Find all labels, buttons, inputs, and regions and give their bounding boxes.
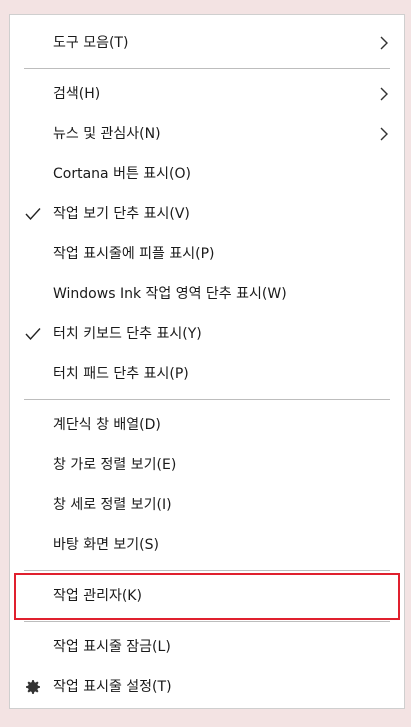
menu-item-task-manager[interactable]: 작업 관리자(K) [10,576,404,616]
taskbar-context-menu: 도구 모음(T) 검색(H) 뉴스 및 관심사(N) Cortana 버튼 표시… [9,14,405,709]
chevron-right-icon [380,36,388,50]
menu-item-touchpad[interactable]: 터치 패드 단추 표시(P) [10,354,404,394]
menu-item-label: 터치 키보드 단추 표시(Y) [53,326,202,342]
menu-item-label: Windows Ink 작업 영역 단추 표시(W) [53,286,287,302]
menu-item-label: 작업 표시줄에 피플 표시(P) [53,246,215,262]
menu-separator [24,68,390,69]
menu-item-label: 작업 보기 단추 표시(V) [53,206,190,222]
gear-icon [26,680,40,694]
menu-item-label: 창 가로 정렬 보기(E) [53,457,177,473]
menu-item-label: 창 세로 정렬 보기(I) [53,497,172,513]
checkmark-icon [25,328,41,341]
menu-separator [24,570,390,571]
menu-item-label: 계단식 창 배열(D) [53,417,161,433]
menu-item-label: 검색(H) [53,86,101,102]
menu-item-label: 뉴스 및 관심사(N) [53,126,161,142]
menu-item-search[interactable]: 검색(H) [10,74,404,114]
menu-item-side-by-side[interactable]: 창 세로 정렬 보기(I) [10,485,404,525]
menu-item-cascade[interactable]: 계단식 창 배열(D) [10,405,404,445]
menu-item-label: 작업 관리자(K) [53,588,142,604]
menu-item-windows-ink[interactable]: Windows Ink 작업 영역 단추 표시(W) [10,274,404,314]
menu-item-cortana[interactable]: Cortana 버튼 표시(O) [10,154,404,194]
menu-item-toolbars[interactable]: 도구 모음(T) [10,23,404,63]
menu-item-people[interactable]: 작업 표시줄에 피플 표시(P) [10,234,404,274]
checkmark-icon [25,208,41,221]
menu-separator [24,399,390,400]
menu-item-label: Cortana 버튼 표시(O) [53,166,191,182]
menu-separator [24,621,390,622]
menu-item-show-desktop[interactable]: 바탕 화면 보기(S) [10,525,404,565]
menu-item-stacked[interactable]: 창 가로 정렬 보기(E) [10,445,404,485]
chevron-right-icon [380,127,388,141]
menu-item-label: 도구 모음(T) [53,35,129,51]
menu-item-label: 터치 패드 단추 표시(P) [53,366,189,382]
menu-item-task-view[interactable]: 작업 보기 단추 표시(V) [10,194,404,234]
menu-item-label: 작업 표시줄 설정(T) [53,679,172,695]
menu-item-label: 작업 표시줄 잠금(L) [53,639,171,655]
menu-item-touch-keyboard[interactable]: 터치 키보드 단추 표시(Y) [10,314,404,354]
menu-item-lock-taskbar[interactable]: 작업 표시줄 잠금(L) [10,627,404,667]
menu-item-taskbar-settings[interactable]: 작업 표시줄 설정(T) [10,667,404,707]
menu-item-news[interactable]: 뉴스 및 관심사(N) [10,114,404,154]
chevron-right-icon [380,87,388,101]
menu-item-label: 바탕 화면 보기(S) [53,537,159,553]
